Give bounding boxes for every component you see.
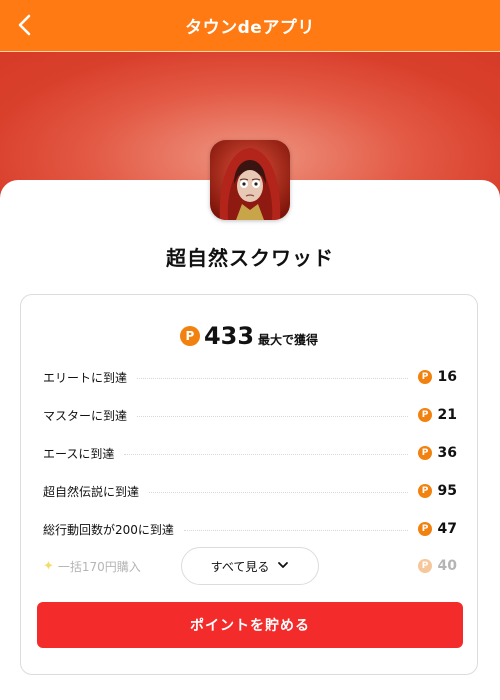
reward-points: 47	[437, 521, 457, 537]
reward-points: 40	[437, 558, 457, 574]
sparkle-icon: ✦	[43, 558, 54, 574]
point-coin-icon: P	[418, 522, 432, 536]
app-icon	[210, 140, 290, 220]
reward-points: 16	[437, 369, 457, 385]
reward-points: 21	[437, 407, 457, 423]
chevron-down-icon	[277, 559, 289, 574]
reward-label: エースに到達	[43, 446, 115, 461]
leader-dots	[183, 529, 408, 531]
reward-label: マスターに到達	[43, 408, 128, 423]
reward-label: エリートに到達	[43, 370, 128, 385]
app-name: 超自然スクワッド	[166, 246, 334, 270]
max-points-label: 最大で獲得	[258, 333, 319, 347]
reward-row: エースに到達 P 36	[43, 443, 457, 463]
top-bar: タウンdeアプリ	[0, 0, 500, 52]
point-coin-icon: P	[418, 370, 432, 384]
leader-dots	[149, 491, 408, 493]
earn-points-button[interactable]: ポイントを貯める	[37, 602, 463, 648]
points-card: P 433 最大で獲得 エリートに到達 P 16 マスターに到達 P 21 エー…	[20, 294, 478, 675]
max-points-value: 433	[203, 322, 255, 350]
point-coin-icon: P	[179, 326, 200, 346]
point-coin-icon: P	[418, 484, 432, 498]
reward-row: 総行動回数が200に到達 P 47	[43, 519, 457, 539]
reward-label: 超自然伝説に到達	[43, 484, 140, 499]
reward-points: 36	[437, 445, 457, 461]
point-coin-icon: P	[418, 559, 432, 573]
reward-points: 95	[437, 483, 457, 499]
point-coin-icon: P	[418, 408, 432, 422]
max-points-summary: P 433 最大で獲得	[21, 322, 477, 350]
leader-dots	[137, 377, 408, 379]
leader-dots	[124, 453, 408, 455]
point-coin-icon: P	[418, 446, 432, 460]
page-title: タウンdeアプリ	[185, 18, 315, 38]
back-icon[interactable]	[14, 13, 38, 37]
reward-row: エリートに到達 P 16	[43, 367, 457, 387]
reward-row: マスターに到達 P 21	[43, 405, 457, 425]
reward-row: 超自然伝説に到達 P 95	[43, 481, 457, 501]
reward-label: 一括170円購入	[57, 559, 141, 574]
see-all-label: すべて見る	[210, 559, 270, 574]
leader-dots	[137, 415, 408, 417]
see-all-button[interactable]: すべて見る	[181, 547, 319, 585]
reward-label: 総行動回数が200に到達	[43, 522, 174, 537]
